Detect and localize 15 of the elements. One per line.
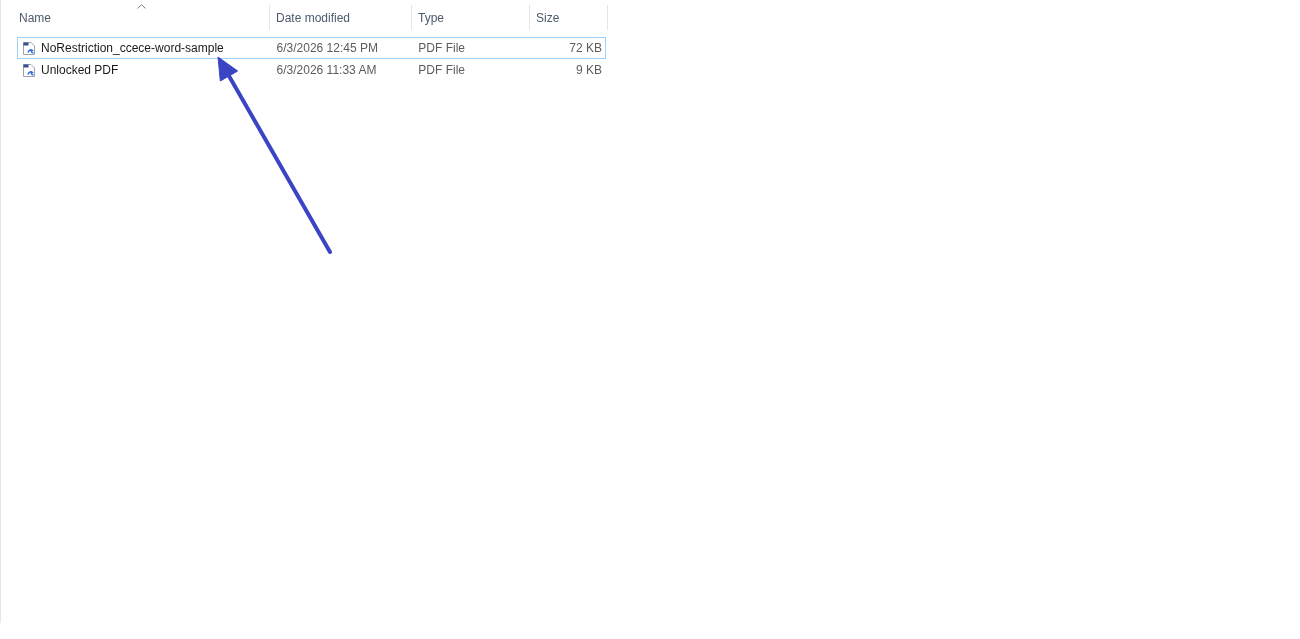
column-header[interactable]: Size: [530, 5, 608, 30]
file-name: NoRestriction_ccece-word-sample: [41, 40, 224, 57]
column-header[interactable]: Name: [16, 5, 270, 30]
document-icon: [23, 63, 35, 77]
file-row[interactable]: NoRestriction_ccece-word-sample 6/3/2026 12:45 PM PDF File 72 KB: [17, 37, 606, 59]
file-type: PDF File: [418, 41, 465, 55]
file-type: PDF File: [418, 63, 465, 77]
file-name: Unlocked PDF: [41, 62, 119, 79]
column-header[interactable]: Type: [412, 5, 530, 30]
date-modified: 6/3/2026 11:33 AM: [276, 63, 377, 77]
column-header[interactable]: Date modified: [270, 5, 412, 30]
document-icon: [23, 41, 35, 55]
file-size: 72 KB: [569, 41, 602, 55]
date-modified: 6/3/2026 12:45 PM: [276, 41, 378, 55]
file-size: 9 KB: [576, 63, 602, 77]
